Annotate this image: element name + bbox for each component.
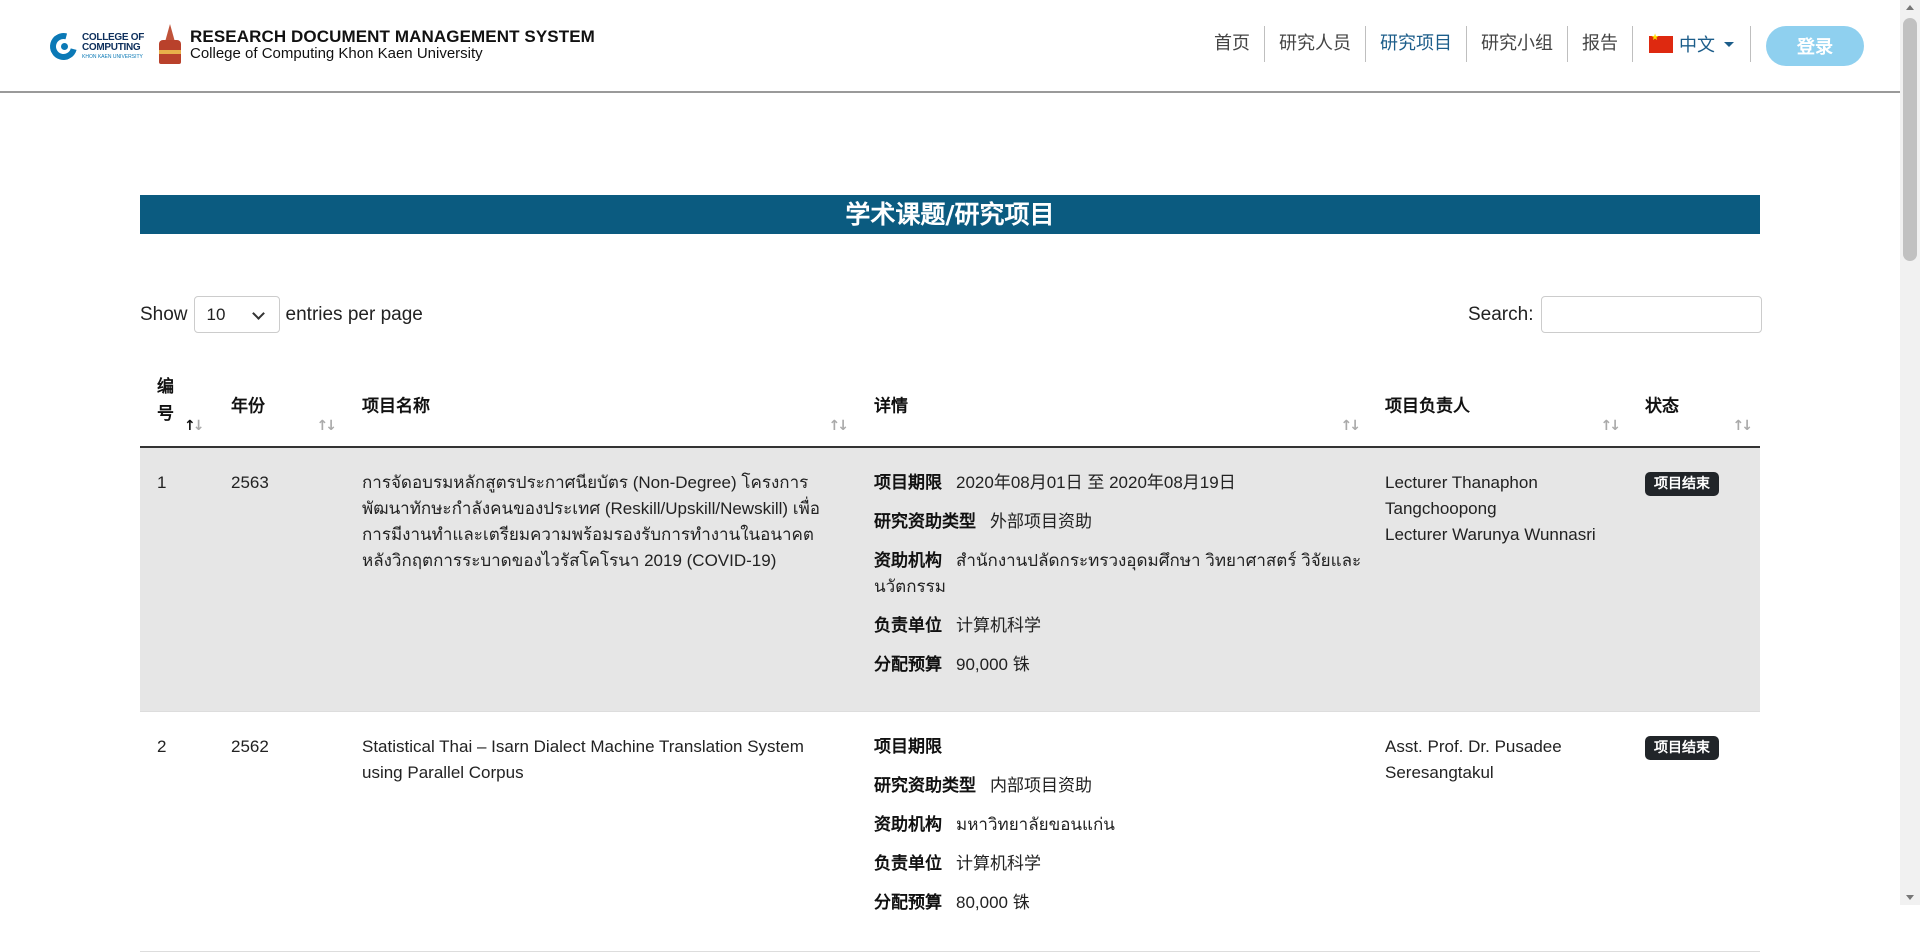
search-control: Search: [1468,296,1763,333]
row-status: 项目结束 [1645,470,1719,496]
nav-reports[interactable]: 报告 [1568,26,1633,62]
detail-key-fund-type: 研究资助类型 [874,776,976,796]
search-label: Search: [1468,303,1534,325]
detail-budget: 80,000 铢 [956,893,1030,912]
detail-funder: สำนักงานปลัดกระทรวงอุดมศึกษา วิทยาศาสตร์… [874,551,1362,596]
detail-key-funder: 资助机构 [874,551,942,571]
column-header-lead[interactable]: 项目负责人 ↑↓ [1368,360,1628,448]
sort-icon: ↑↓ [316,418,338,434]
detail-key-period: 项目期限 [874,473,942,493]
language-dropdown[interactable]: 中文 [1633,26,1751,62]
entries-per-page-control: Show 10 entries per page [140,296,423,333]
detail-unit: 计算机科学 [956,854,1041,873]
lead-name[interactable]: Asst. Prof. Dr. Pusadee [1385,734,1615,760]
detail-fund-type: 外部项目资助 [990,512,1092,531]
lead-name[interactable]: Seresangtakul [1385,760,1615,786]
page-title: 学术课题/研究项目 [140,195,1760,234]
detail-key-budget: 分配预算 [874,655,942,675]
site-subtitle: College of Computing Khon Kaen Universit… [190,45,483,62]
row-year: 2562 [231,737,269,756]
column-label-details: 详情 [874,396,908,417]
sort-icon: ↑↓ [1732,418,1754,434]
nav-researchers[interactable]: 研究人员 [1265,26,1366,62]
detail-key-budget: 分配预算 [874,893,942,913]
caret-down-icon [1724,41,1734,47]
table-row: 2 2562 Statistical Thai – Isarn Dialect … [140,712,1760,952]
column-header-no[interactable]: 编号 ↑↓ [140,360,213,448]
entries-per-page-label: entries per page [285,303,423,325]
detail-funder: มหาวิทยาลัยขอนแก่น [956,815,1115,834]
scrollbar-thumb[interactable] [1903,18,1917,261]
detail-key-fund-type: 研究资助类型 [874,512,976,532]
row-details: 项目期限 研究资助类型 内部项目资助 资助机构 มหาวิทยาลัยขอนแก่น… [874,734,1374,929]
row-status: 项目结束 [1645,734,1719,760]
chevron-down-icon [251,307,265,320]
detail-fund-type: 内部项目资助 [990,776,1092,795]
table-row: 1 2563 การจัดอบรมหลักสูตรประกาศนียบัตร (… [140,448,1760,712]
sort-icon: ↑↓ [1340,418,1362,434]
nav-home[interactable]: 首页 [1200,26,1265,62]
main-nav: 首页 研究人员 研究项目 研究小组 报告 中文 [1200,26,1751,62]
row-details: 项目期限 2020年08月01日 至 2020年08月19日 研究资助类型 外部项目… [874,470,1374,691]
vertical-scrollbar[interactable] [1900,0,1920,905]
column-header-status[interactable]: 状态 ↑↓ [1628,360,1760,448]
column-label-name: 项目名称 [362,396,430,417]
row-project-leads: Asst. Prof. Dr. Pusadee Seresangtakul [1385,734,1615,786]
row-no: 2 [157,737,167,756]
row-no: 1 [157,473,167,492]
site-title: RESEARCH DOCUMENT MANAGEMENT SYSTEM [190,27,595,46]
language-label: 中文 [1679,35,1715,56]
column-label-lead: 项目负责人 [1385,396,1470,417]
kku-logo [156,24,184,66]
detail-key-period: 项目期限 [874,737,942,757]
sort-icon: ↑↓ [1600,418,1622,434]
navbar: COLLEGE OF COMPUTING KHON KAEN UNIVERSITY… [0,0,1900,93]
logo-text-line2: COMPUTING [82,42,141,53]
row-project-name: Statistical Thai – Isarn Dialect Machine… [362,737,804,782]
sort-icon: ↑↓ [828,418,850,434]
detail-key-funder: 资助机构 [874,815,942,835]
lead-name[interactable]: Tangchoopong [1385,496,1615,522]
detail-period: 2020年08月01日 至 2020年08月19日 [956,473,1236,492]
column-header-name[interactable]: 项目名称 ↑↓ [345,360,856,448]
china-flag-icon [1649,33,1673,53]
detail-unit: 计算机科学 [956,616,1041,635]
table-header: 编号 ↑↓ 年份 ↑↓ 项目名称 ↑↓ 详情 ↑↓ 项目负责人 ↑↓ 状态 ↑↓ [140,360,1760,448]
brand[interactable]: COLLEGE OF COMPUTING KHON KAEN UNIVERSITY… [45,24,595,66]
status-badge: 项目结束 [1645,736,1719,760]
nav-research-projects[interactable]: 研究项目 [1366,26,1467,62]
lead-name[interactable]: Lecturer Warunya Wunnasri [1385,522,1615,548]
row-project-name: การจัดอบรมหลักสูตรประกาศนียบัตร (Non-Deg… [362,473,821,570]
scroll-up-arrow-icon[interactable] [1906,5,1914,10]
column-header-details[interactable]: 详情 ↑↓ [857,360,1368,448]
college-of-computing-logo: COLLEGE OF COMPUTING KHON KAEN UNIVERSITY [45,24,150,66]
column-label-year: 年份 [231,396,265,417]
row-project-leads: Lecturer Thanaphon Tangchoopong Lecturer… [1385,470,1615,548]
detail-budget: 90,000 铢 [956,655,1030,674]
scroll-down-arrow-icon[interactable] [1906,895,1914,900]
entries-per-page-select[interactable]: 10 [193,296,280,333]
column-header-year[interactable]: 年份 ↑↓ [214,360,344,448]
sort-asc-icon: ↑↓ [184,418,205,434]
logo-text-small: KHON KAEN UNIVERSITY [82,54,143,60]
projects-table: 编号 ↑↓ 年份 ↑↓ 项目名称 ↑↓ 详情 ↑↓ 项目负责人 ↑↓ 状态 ↑↓… [140,360,1760,952]
column-label-no: 编号 [157,377,174,424]
detail-key-unit: 负责单位 [874,854,942,874]
detail-key-unit: 负责单位 [874,616,942,636]
column-label-status: 状态 [1645,396,1679,417]
row-year: 2563 [231,473,269,492]
search-input[interactable] [1541,296,1763,333]
entries-per-page-value: 10 [206,305,226,324]
show-label: Show [140,303,188,325]
lead-name[interactable]: Lecturer Thanaphon [1385,470,1615,496]
login-button[interactable]: 登录 [1766,26,1864,66]
status-badge: 项目结束 [1645,472,1719,496]
nav-research-groups[interactable]: 研究小组 [1467,26,1568,62]
